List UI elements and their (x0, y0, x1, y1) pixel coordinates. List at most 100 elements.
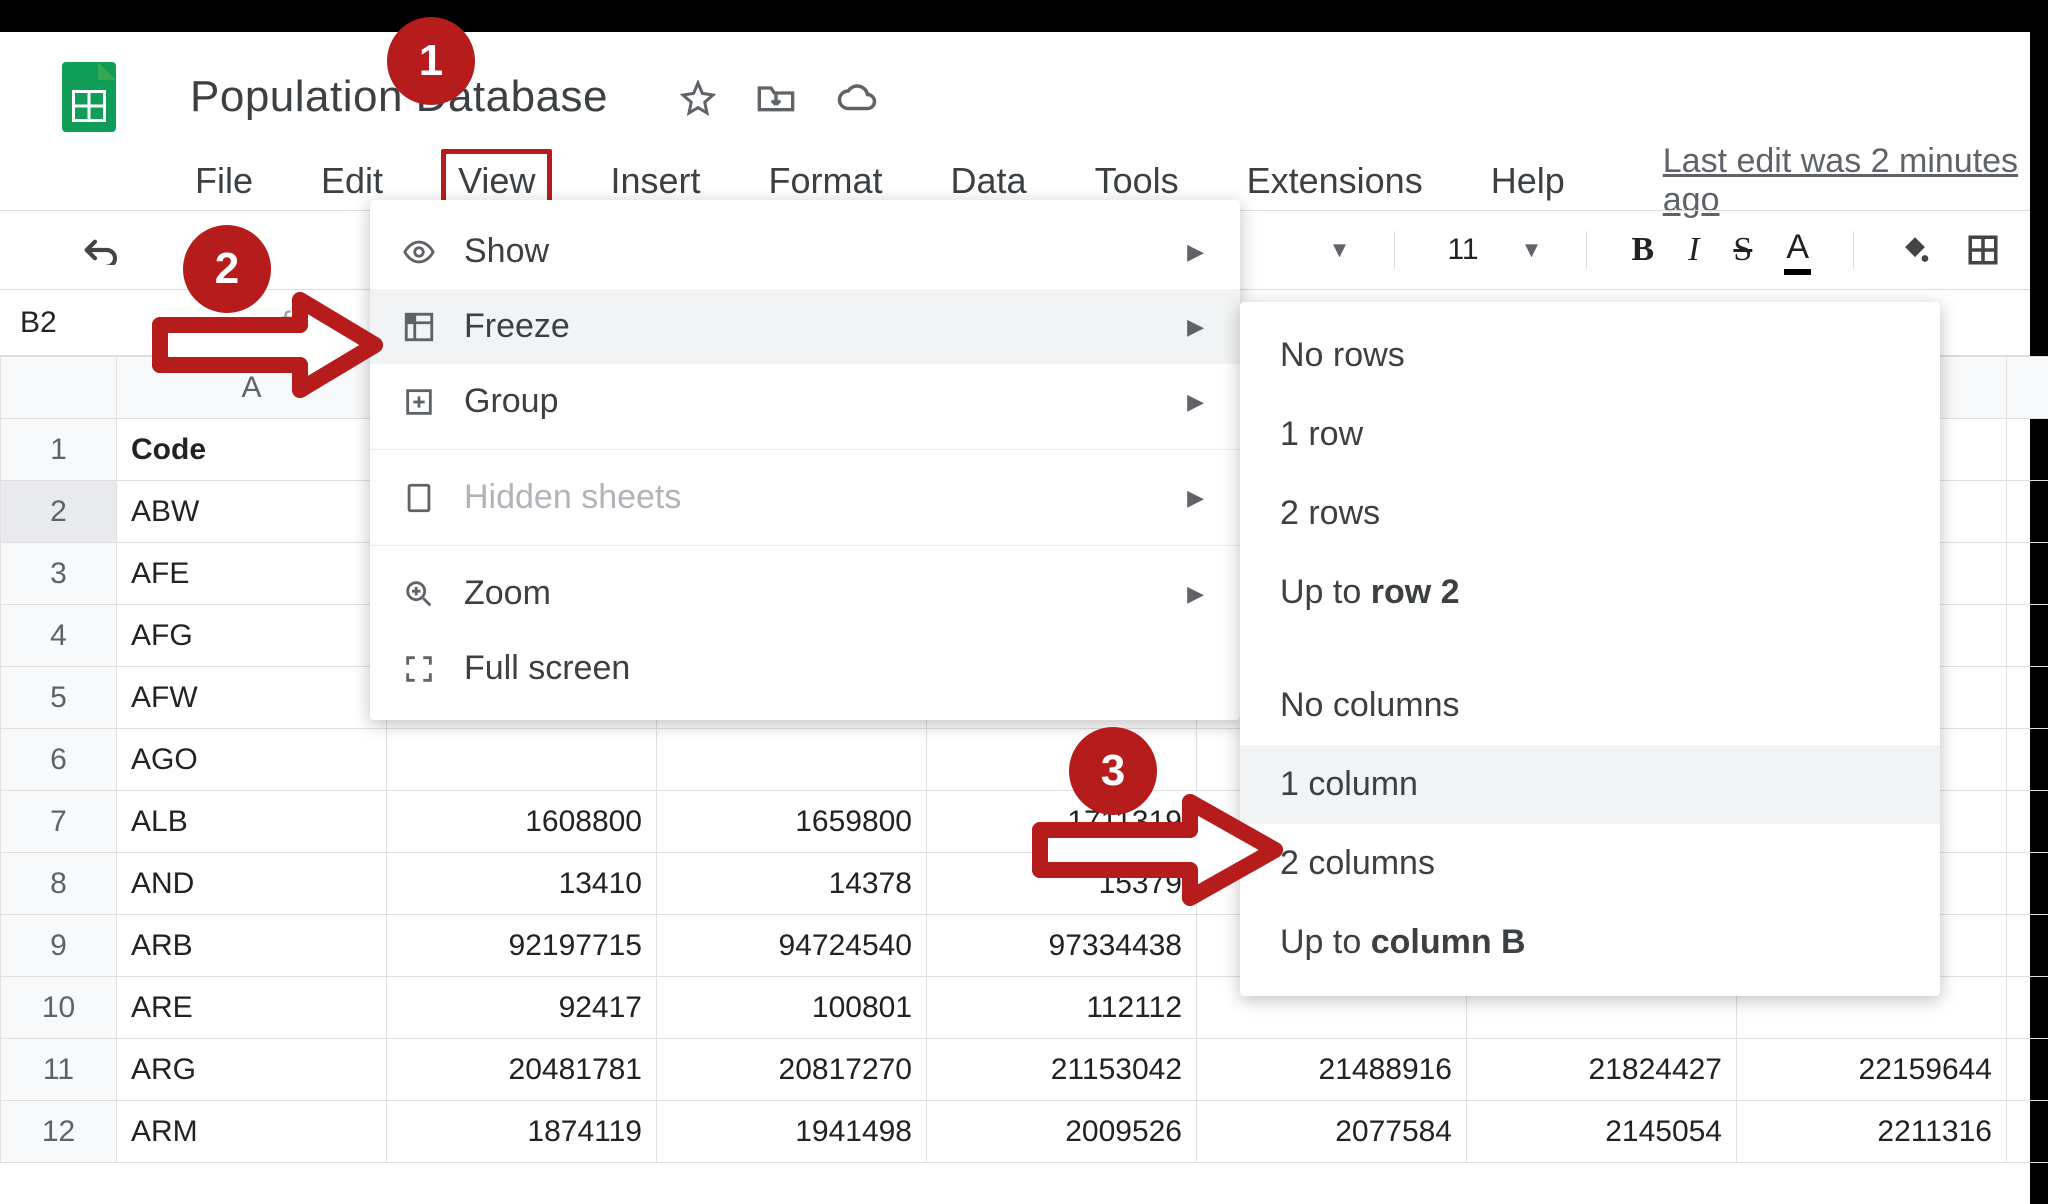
row-header[interactable]: 6 (1, 729, 117, 791)
cell[interactable]: 1941498 (657, 1101, 927, 1163)
cell-clipped[interactable]: 9855 (2007, 977, 2048, 1039)
cell[interactable]: 2077584 (1197, 1101, 1467, 1163)
freeze-menu-item-up-to-row-2[interactable]: Up to row 2 (1240, 553, 1940, 632)
cell[interactable]: 97334438 (927, 915, 1197, 977)
cloud-status-icon[interactable] (836, 83, 878, 113)
cell-clipped[interactable]: 7357 (2007, 481, 2048, 543)
undo-icon[interactable] (80, 235, 120, 265)
font-size-caret-icon[interactable]: ▼ (1521, 237, 1543, 263)
cell-code[interactable]: ARM (117, 1101, 387, 1163)
row-header[interactable]: 3 (1, 543, 117, 605)
cell[interactable] (927, 729, 1197, 791)
freeze-menu-item-2-columns[interactable]: 2 columns (1240, 824, 1940, 903)
cell-clipped[interactable]: 9875 (2007, 667, 2048, 729)
submenu-arrow-icon: ▶ (1187, 581, 1204, 607)
last-edit-link[interactable]: Last edit was 2 minutes ago (1663, 142, 2030, 220)
row-header[interactable]: 4 (1, 605, 117, 667)
font-size-value[interactable]: 11 (1439, 233, 1486, 267)
cell-code[interactable]: Code (117, 419, 387, 481)
cell[interactable]: 100801 (657, 977, 927, 1039)
cell-code[interactable]: ARE (117, 977, 387, 1039)
cell-code[interactable]: AND (117, 853, 387, 915)
row-header[interactable]: 9 (1, 915, 117, 977)
move-to-folder-icon[interactable] (756, 80, 796, 116)
sheets-logo-icon[interactable] (62, 62, 116, 132)
cell-clipped[interactable]: 4791 (2007, 791, 2048, 853)
view-menu-item-zoom[interactable]: Zoom▶ (370, 556, 1240, 631)
row-header[interactable]: 10 (1, 977, 117, 1039)
cell-code[interactable]: AFW (117, 667, 387, 729)
cell[interactable]: 2211316 (1737, 1101, 2007, 1163)
row-header[interactable]: 11 (1, 1039, 117, 1101)
cell[interactable]: 94724540 (657, 915, 927, 977)
view-menu-item-hidden-sheets: Hidden sheets▶ (370, 460, 1240, 535)
cell[interactable]: 1608800 (387, 791, 657, 853)
cell-code[interactable]: AGO (117, 729, 387, 791)
fill-color-icon[interactable] (1898, 233, 1932, 267)
row-header[interactable]: 2 (1, 481, 117, 543)
cell-code[interactable]: ARB (117, 915, 387, 977)
cell-code[interactable]: ARG (117, 1039, 387, 1101)
freeze-menu-item-no-rows[interactable]: No rows (1240, 316, 1940, 395)
cell[interactable]: 20817270 (657, 1039, 927, 1101)
menu-help[interactable]: Help (1481, 152, 1575, 210)
view-menu-item-freeze[interactable]: Freeze▶ (370, 289, 1240, 364)
view-menu-item-show[interactable]: Show▶ (370, 214, 1240, 289)
cell[interactable]: 21824427 (1467, 1039, 1737, 1101)
freeze-menu-item-2-rows[interactable]: 2 rows (1240, 474, 1940, 553)
cell-clipped[interactable]: 9644 (2007, 1039, 2048, 1101)
cell[interactable]: 92417 (387, 977, 657, 1039)
cell[interactable]: 92197715 (387, 915, 657, 977)
cell-clipped[interactable]: 3542 (2007, 853, 2048, 915)
col-header[interactable] (2007, 357, 2048, 419)
row-header[interactable]: 8 (1, 853, 117, 915)
cell-code[interactable]: AFE (117, 543, 387, 605)
borders-icon[interactable] (1966, 233, 2000, 267)
cell[interactable]: 1659800 (657, 791, 927, 853)
cell[interactable]: 21488916 (1197, 1039, 1467, 1101)
row-header[interactable]: 1 (1, 419, 117, 481)
cell-code[interactable]: AFG (117, 605, 387, 667)
bold-button[interactable]: B (1631, 231, 1654, 269)
cell[interactable]: 2145054 (1467, 1101, 1737, 1163)
app-header: Population Database File Edit View Inser… (0, 32, 2030, 202)
freeze-menu-item-no-columns[interactable]: No columns (1240, 666, 1940, 745)
cell[interactable]: 20481781 (387, 1039, 657, 1101)
cell-clipped[interactable]: 1965 (2007, 419, 2048, 481)
cell-clipped[interactable]: 9974 (2007, 543, 2048, 605)
cell[interactable]: 21153042 (927, 1039, 1197, 1101)
freeze-menu-item-1-column[interactable]: 1 column (1240, 745, 1940, 824)
cell[interactable]: 13410 (387, 853, 657, 915)
cell-clipped[interactable]: 1316 (2007, 1101, 2048, 1163)
cell[interactable]: 1874119 (387, 1101, 657, 1163)
cell-clipped[interactable]: 5318 (2007, 605, 2048, 667)
text-color-button[interactable]: A (1786, 228, 1809, 273)
cell-code[interactable]: ABW (117, 481, 387, 543)
menu-item-label: Full screen (464, 649, 630, 688)
menu-extensions[interactable]: Extensions (1237, 152, 1433, 210)
freeze-menu-item-1-row[interactable]: 1 row (1240, 395, 1940, 474)
star-icon[interactable] (680, 80, 716, 116)
cell-code[interactable]: ALB (117, 791, 387, 853)
freeze-icon (400, 310, 438, 344)
menu-file[interactable]: File (185, 152, 263, 210)
strikethrough-button[interactable]: S (1733, 231, 1752, 269)
cell[interactable] (657, 729, 927, 791)
annotation-badge-1: 1 (390, 20, 472, 102)
row-header[interactable]: 7 (1, 791, 117, 853)
cell[interactable]: 14378 (657, 853, 927, 915)
view-menu-item-group[interactable]: Group▶ (370, 364, 1240, 439)
cell-clipped[interactable]: 5428 (2007, 915, 2048, 977)
italic-button[interactable]: I (1688, 231, 1699, 269)
row-header[interactable]: 5 (1, 667, 117, 729)
cell[interactable]: 22159644 (1737, 1039, 2007, 1101)
row-header[interactable]: 12 (1, 1101, 117, 1163)
font-family-caret-icon[interactable]: ▼ (1329, 237, 1351, 263)
cell[interactable]: 112112 (927, 977, 1197, 1039)
cell[interactable]: 2009526 (927, 1101, 1197, 1163)
freeze-menu-item-up-to-column-b[interactable]: Up to column B (1240, 903, 1940, 982)
cell-clipped[interactable]: 0573 (2007, 729, 2048, 791)
view-menu-item-full-screen[interactable]: Full screen (370, 631, 1240, 706)
cell[interactable] (387, 729, 657, 791)
select-all-corner[interactable] (1, 357, 117, 419)
